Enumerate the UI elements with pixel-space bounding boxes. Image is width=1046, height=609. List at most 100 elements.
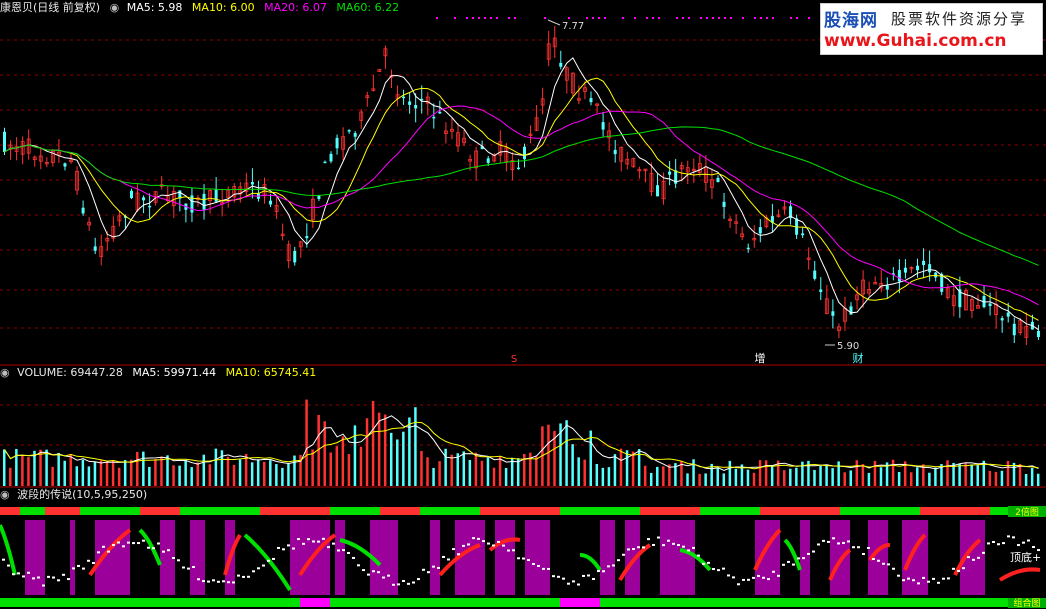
candle-body [63,163,67,167]
volume-bar [891,459,895,486]
volume-bar [1024,473,1028,486]
indicator-dot [1002,542,1005,545]
indicator-dot [132,542,135,545]
signal-dot [706,17,708,19]
indicator-dot [772,570,775,573]
indicator-dot [137,542,140,545]
indicator-dot [892,567,895,570]
indicator-dot [697,554,700,557]
indicator-dot [207,580,210,583]
volume-readout: VOLUME: 69447.28 [17,366,123,379]
indicator-dot [837,542,840,545]
volume-bar [347,454,351,486]
indicator-dot [122,545,125,548]
volume-bar [819,465,822,486]
volume-bar [365,418,369,486]
candle-body [716,177,720,183]
volume-bar [214,448,218,486]
indicator-dot [102,545,105,548]
indicator-dot [667,539,670,542]
indicator-dot [672,542,675,545]
indicator-dot [162,550,165,553]
volume-bar [613,454,617,486]
ma20-readout: MA20: 6.07 [264,1,327,14]
indicator-dot [982,551,985,554]
volume-bar [752,472,756,486]
signal-dot [544,17,546,19]
volume-bar [1006,460,1010,486]
indicator-dot [682,545,685,548]
ma20-line [4,105,1039,306]
indicator-dot [462,544,465,547]
volume-bar [1036,473,1040,486]
collapse-icon[interactable]: ◉ [0,488,10,501]
candle-body [813,270,817,279]
signal-dot [790,17,792,19]
volume-bar [335,446,339,486]
wave-band [335,520,345,595]
indicator-dot [657,536,660,539]
signal-dot [622,17,624,19]
volume-bar [716,467,719,486]
indicator-dot [927,580,930,583]
volume-bar [916,467,919,486]
indicator-dot [782,563,785,566]
volume-bar [867,472,871,486]
candle-body [353,133,357,137]
signal-dot [598,17,600,19]
volume-bar [426,457,429,486]
volume-bar [160,456,163,486]
wave-band [525,520,550,595]
volume-bar [873,460,877,486]
indicator-dot [747,578,750,581]
trend-strip-segment [920,507,990,515]
indicator-dot [192,565,195,568]
volume-bar [897,472,901,486]
volume-bar [813,469,816,486]
indicator-dot [812,550,815,553]
volume-bar [764,460,768,486]
indicator-dot [962,567,965,570]
indicator-dot [27,571,30,574]
collapse-icon[interactable]: ◉ [0,366,10,379]
ma60-readout: MA60: 6.22 [336,1,400,14]
chart-canvas[interactable]: 7.77 5.90 S 增 财顶底+ 2倍图组合图 [0,0,1046,609]
stock-title: 康恩贝(日线 前复权) [0,1,101,14]
ma5-readout: MA5: 5.98 [126,1,183,14]
indicator-dot [997,543,1000,546]
indicator-dot [247,575,250,578]
volume-bar [383,414,387,486]
signal-dot [490,17,492,19]
candle-body [347,130,351,132]
ma10-readout: MA10: 6.00 [191,1,255,14]
volume-bar [136,451,139,486]
indicator-dot [802,557,805,560]
indicator-dot [792,563,795,566]
indicator-dot [992,540,995,543]
trend-strip-segment [380,507,420,515]
indicator-dot [842,541,845,544]
signal-dot [466,17,468,19]
indicator-dot [217,580,220,583]
indicator-dot [22,575,25,578]
volume-bar [462,451,466,486]
indicator-dot [867,546,870,549]
indicator-dot [312,540,315,543]
collapse-icon[interactable]: ◉ [110,1,120,14]
volume-bar [625,450,629,486]
indicator-dot [1017,544,1020,547]
indicator-dot [652,543,655,546]
high-label: 7.77 [562,21,584,32]
volume-bar [142,451,145,486]
candle-body [656,185,660,197]
indicator-dot [212,579,215,582]
indicator-dot [342,549,345,552]
indicator-dot [387,574,390,577]
bottom-strip-segment [560,598,600,607]
indicator-dot [357,564,360,567]
trend-strip-segment [480,507,560,515]
signal-dot [730,17,732,19]
indicator-dot [337,549,340,552]
volume-bar [402,431,405,486]
candle-body [202,193,206,210]
